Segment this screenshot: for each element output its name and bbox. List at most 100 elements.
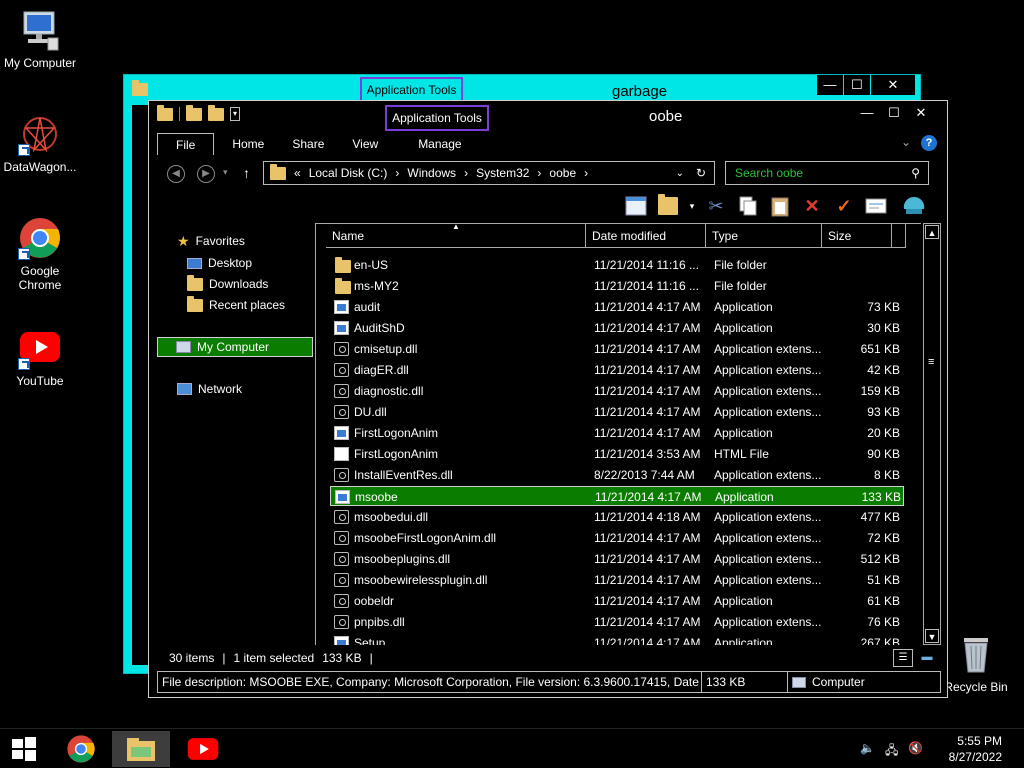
breadcrumb-local-disk[interactable]: Local Disk (C:) — [309, 166, 388, 180]
address-overflow[interactable]: « — [294, 166, 301, 180]
action-center-icon[interactable]: 🔈 — [860, 741, 875, 762]
column-header-date-modified[interactable]: Date modified — [586, 224, 706, 248]
close-button[interactable]: ✕ — [908, 103, 934, 123]
scroll-up-button[interactable]: ▲ — [925, 225, 939, 239]
column-header-name[interactable]: Name — [326, 224, 586, 248]
taskbar-file-explorer[interactable] — [112, 731, 170, 767]
explorer-window[interactable]: ▾ Application Tools oobe — ☐ ✕ File Home… — [148, 100, 948, 698]
copy-icon[interactable] — [735, 193, 761, 219]
desktop-icon-recycle-bin[interactable]: Recycle Bin — [936, 632, 1016, 694]
properties-icon[interactable] — [186, 104, 202, 121]
search-input[interactable]: Search oobe ⚲ — [725, 161, 929, 185]
file-row[interactable]: DU.dll 11/21/2014 4:17 AM Application exte… — [330, 402, 904, 422]
file-row[interactable]: pnpibs.dll 11/21/2014 4:17 AM Application … — [330, 612, 904, 632]
recent-locations-icon[interactable]: ▾ — [223, 167, 228, 178]
file-row[interactable]: msoobeFirstLogonAnim.dll 11/21/2014 4:17 … — [330, 528, 904, 548]
folder-icon[interactable] — [157, 104, 173, 121]
file-row[interactable]: ms-MY2 11/21/2014 11:16 ... File folder — [330, 276, 904, 296]
tab-manage[interactable]: Manage — [404, 133, 475, 155]
customize-toolbar-icon[interactable]: ▾ — [230, 107, 240, 121]
desktop-icon-my-computer[interactable]: My Computer — [0, 8, 80, 70]
taskbar-chrome[interactable] — [52, 731, 110, 767]
vertical-scrollbar[interactable]: ▲ ≡ ▼ — [923, 223, 941, 645]
properties-icon[interactable] — [863, 193, 889, 219]
up-arrow-icon[interactable]: ↑ — [243, 165, 250, 181]
application-icon — [334, 426, 349, 440]
shell-icon[interactable] — [901, 193, 927, 219]
rename-check-icon[interactable]: ✓ — [831, 193, 857, 219]
file-row[interactable]: cmisetup.dll 11/21/2014 4:17 AM Applicatio… — [330, 339, 904, 359]
file-row[interactable]: FirstLogonAnim 11/21/2014 3:53 AM HTML Fil… — [330, 444, 904, 464]
dll-file-icon — [334, 531, 349, 545]
nav-item-recent-places[interactable]: Recent places — [187, 295, 285, 315]
file-row[interactable]: AuditShD 11/21/2014 4:17 AM Application 30 … — [330, 318, 904, 338]
close-button[interactable]: ✕ — [871, 75, 915, 95]
file-row[interactable]: FirstLogonAnim 11/21/2014 4:17 AM Applicat… — [330, 423, 904, 443]
dll-file-icon — [334, 405, 349, 419]
help-icon[interactable]: ? — [921, 135, 937, 151]
file-row[interactable]: oobeldr 11/21/2014 4:17 AM Application 61 K… — [330, 591, 904, 611]
back-button[interactable]: ◀ — [167, 165, 185, 183]
dropdown-icon[interactable]: ▾ — [687, 193, 697, 219]
dll-file-icon — [334, 573, 349, 587]
file-row[interactable]: diagER.dll 11/21/2014 4:17 AM Application … — [330, 360, 904, 380]
nav-item-my-computer[interactable]: My Computer — [157, 337, 313, 357]
column-header-type[interactable]: Type — [706, 224, 822, 248]
desktop-icon-google-chrome[interactable]: Google Chrome — [0, 216, 80, 292]
search-icon[interactable]: ⚲ — [911, 162, 920, 184]
breadcrumb-windows[interactable]: Windows — [407, 166, 456, 180]
delete-icon[interactable]: ✕ — [799, 193, 825, 219]
volume-icon[interactable]: 🔇 — [908, 741, 923, 762]
scroll-thumb-grip[interactable]: ≡ — [928, 356, 934, 368]
taskbar-youtube[interactable] — [174, 731, 232, 767]
network-status-icon[interactable]: 🖧 — [885, 741, 898, 762]
folder-options-icon[interactable] — [655, 193, 681, 219]
file-size: 477 KB — [860, 510, 900, 524]
column-header-size[interactable]: Size — [822, 224, 892, 248]
search-placeholder: Search oobe — [735, 166, 804, 180]
file-list[interactable]: ▲ Name Date modified Type Size en-US 11/2… — [315, 223, 921, 645]
tab-home[interactable]: Home — [218, 133, 278, 155]
file-row[interactable]: diagnostic.dll 11/21/2014 4:17 AM Applicat… — [330, 381, 904, 401]
breadcrumb-oobe[interactable]: oobe — [549, 166, 576, 180]
tab-file[interactable]: File — [157, 133, 215, 155]
file-date-modified: 11/21/2014 11:16 ... — [594, 279, 699, 293]
breadcrumb-system32[interactable]: System32 — [476, 166, 529, 180]
cut-icon[interactable]: ✂ — [703, 193, 729, 219]
minimize-button[interactable]: — — [817, 75, 843, 95]
large-icons-view-icon[interactable]: ▬ — [917, 649, 937, 667]
minimize-button[interactable]: — — [854, 103, 880, 123]
desktop-icon-youtube[interactable]: YouTube — [0, 326, 80, 388]
paste-icon[interactable] — [767, 193, 793, 219]
nav-item-favorites[interactable]: ★ Favorites — [177, 231, 245, 251]
nav-item-network[interactable]: Network — [177, 379, 242, 399]
file-row[interactable]: msoobewirelessplugin.dll 11/21/2014 4:17 … — [330, 570, 904, 590]
details-view-icon[interactable]: ☰ — [893, 649, 913, 667]
file-size: 8 KB — [873, 468, 900, 482]
tab-share[interactable]: Share — [278, 133, 338, 155]
file-row[interactable]: msoobe 11/21/2014 4:17 AM Application 133 K… — [330, 486, 904, 506]
file-row[interactable]: audit 11/21/2014 4:17 AM Application 73 KB — [330, 297, 904, 317]
file-row[interactable]: InstallEventRes.dll 8/22/2013 7:44 AM Appl… — [330, 465, 904, 485]
forward-button[interactable]: ▶ — [197, 165, 215, 183]
maximize-button[interactable]: ☐ — [844, 75, 870, 95]
maximize-button[interactable]: ☐ — [881, 103, 907, 123]
start-button[interactable] — [0, 731, 48, 767]
file-row[interactable]: en-US 11/21/2014 11:16 ... File folder — [330, 255, 904, 275]
file-name: ms-MY2 — [354, 279, 399, 293]
new-folder-icon[interactable] — [208, 104, 224, 121]
file-row[interactable]: msoobeplugins.dll 11/21/2014 4:17 AM Appli… — [330, 549, 904, 569]
address-dropdown-icon[interactable]: ⌄ — [676, 168, 684, 179]
desktop-icon-datawagon[interactable]: DataWagon... — [0, 112, 80, 174]
tab-view[interactable]: View — [338, 133, 392, 155]
nav-item-downloads[interactable]: Downloads — [187, 274, 268, 294]
refresh-icon[interactable]: ↻ — [696, 166, 706, 180]
file-row[interactable]: Setup 11/21/2014 4:17 AM Application 267 KB — [330, 633, 904, 645]
file-row[interactable]: msoobedui.dll 11/21/2014 4:18 AM Applicati… — [330, 507, 904, 527]
nav-item-desktop[interactable]: Desktop — [187, 253, 252, 273]
ribbon-expand-icon[interactable]: ⌄ — [901, 135, 911, 149]
address-bar[interactable]: « Local Disk (C:) › Windows › System32 ›… — [263, 161, 715, 185]
scroll-down-button[interactable]: ▼ — [925, 629, 939, 643]
clock[interactable]: 5:55 PM 8/27/2022 — [949, 733, 1002, 765]
preview-pane-icon[interactable] — [623, 193, 649, 219]
